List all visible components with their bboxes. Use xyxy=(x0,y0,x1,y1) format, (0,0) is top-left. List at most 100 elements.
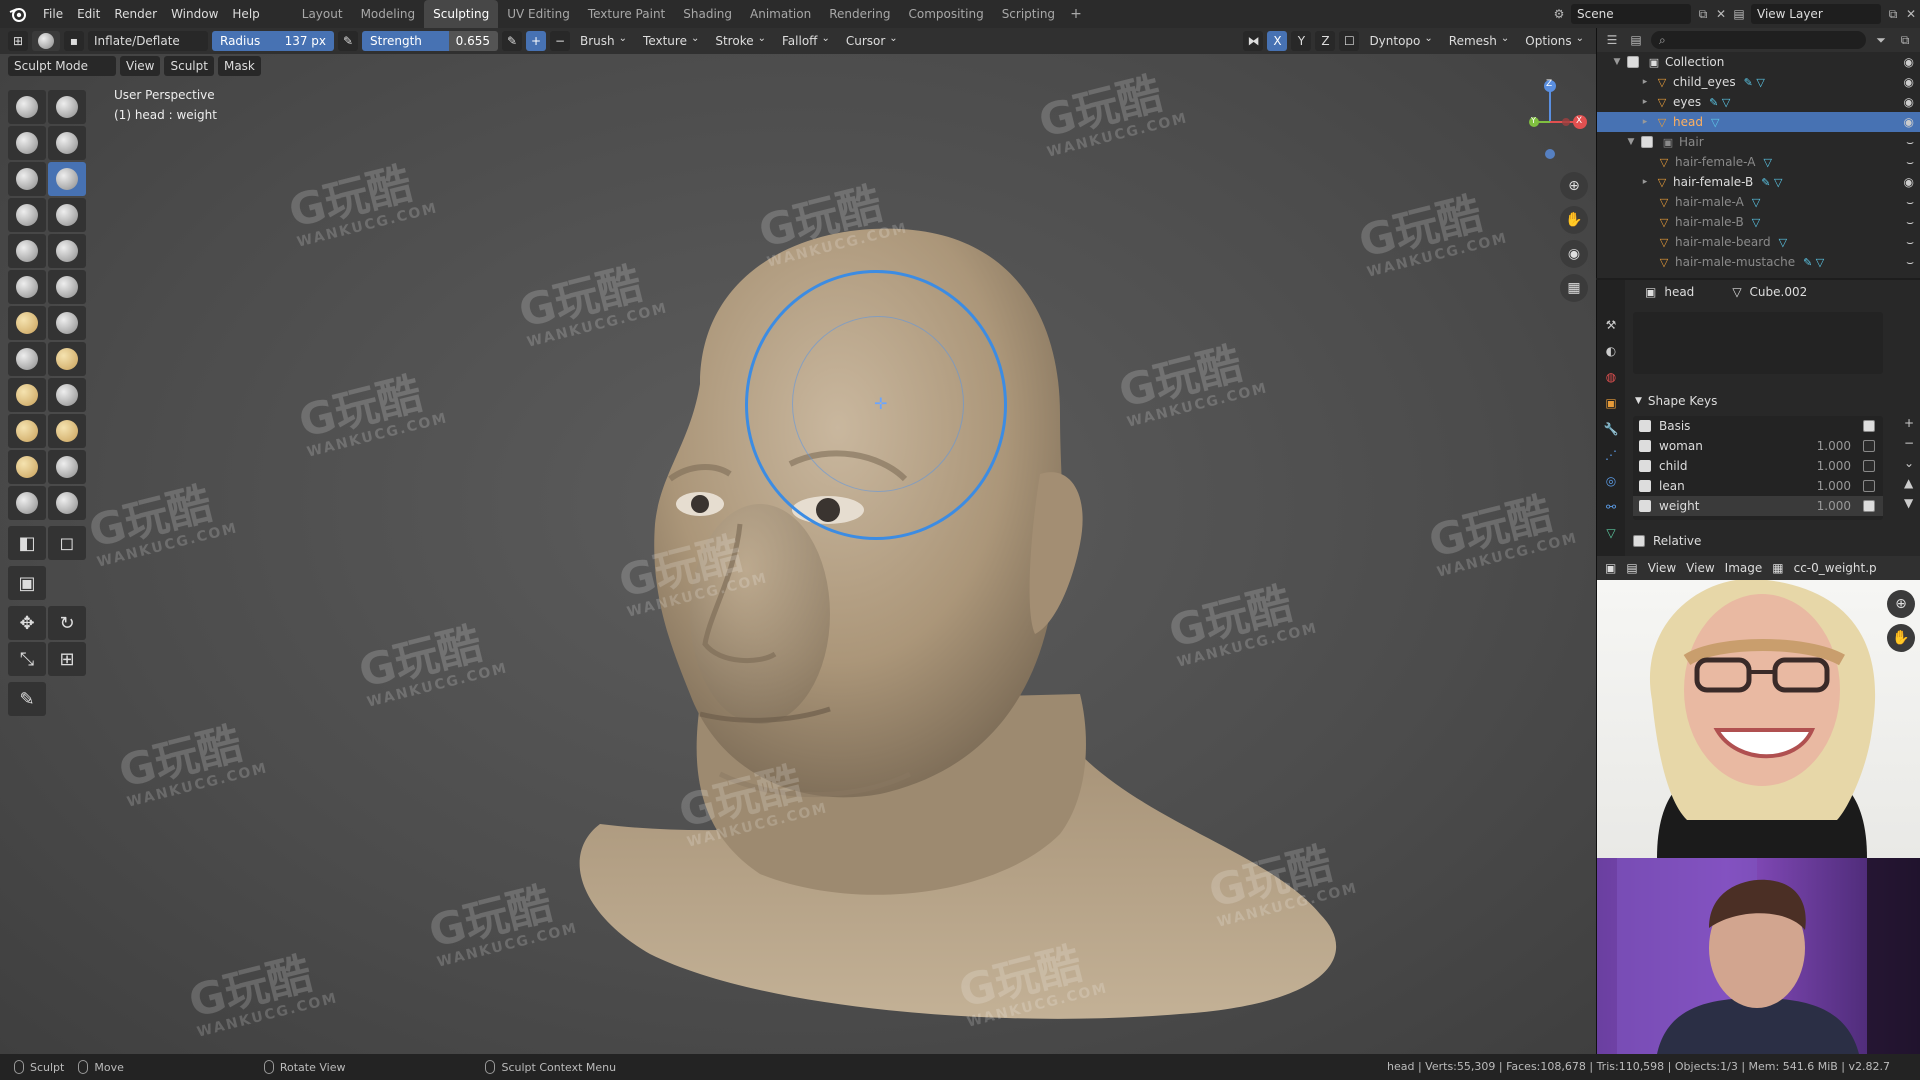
brush-type-icon[interactable]: ▪ xyxy=(64,31,84,51)
remove-shape-key-icon[interactable]: − xyxy=(1904,436,1914,450)
add-workspace-button[interactable]: + xyxy=(1064,6,1088,22)
strength-field[interactable]: Strength 0.655 xyxy=(362,31,498,51)
mask-menu[interactable]: Mask xyxy=(217,56,261,76)
view-menu[interactable]: View xyxy=(120,56,161,76)
options-dropdown[interactable]: Options xyxy=(1519,31,1590,51)
smooth-tool[interactable] xyxy=(8,234,46,268)
tab-uv-editing[interactable]: UV Editing xyxy=(498,0,579,28)
pinch-tool[interactable] xyxy=(8,306,46,340)
expand-arrow-icon[interactable]: ▸ xyxy=(1639,117,1651,127)
outliner-row-hair-female-a[interactable]: ▽ hair-female-A ▽ ⌣ xyxy=(1597,152,1920,172)
mask-tool[interactable] xyxy=(8,486,46,520)
vertex-groups-list[interactable] xyxy=(1633,312,1883,374)
rotate-tool[interactable] xyxy=(48,414,86,448)
tool-tab-icon[interactable]: ⚒ xyxy=(1602,316,1620,334)
symmetry-y-button[interactable]: Y xyxy=(1291,31,1312,51)
nudge-tool[interactable] xyxy=(8,414,46,448)
visibility-eye-icon[interactable]: ⌣ xyxy=(1906,155,1914,170)
relative-checkbox[interactable] xyxy=(1633,535,1645,547)
symmetry-x-button[interactable]: X xyxy=(1267,31,1288,51)
sculpt-mode-dropdown[interactable]: Sculpt Mode xyxy=(8,56,116,76)
tab-modeling[interactable]: Modeling xyxy=(352,0,425,28)
layer-tool[interactable] xyxy=(8,162,46,196)
remesh-dropdown[interactable]: Remesh xyxy=(1443,31,1516,51)
3d-viewport[interactable]: Sculpt Mode View Sculpt Mask User Perspe… xyxy=(0,54,1596,1054)
tab-compositing[interactable]: Compositing xyxy=(899,0,992,28)
outliner-row-hair[interactable]: ▼ ▣ Hair ⌣ xyxy=(1597,132,1920,152)
image-browse-icon[interactable]: ▦ xyxy=(1772,561,1783,575)
zoom-icon[interactable]: ⊕ xyxy=(1887,590,1915,618)
tab-rendering[interactable]: Rendering xyxy=(820,0,899,28)
brush-name-field[interactable]: Inflate/Deflate xyxy=(88,31,208,51)
navigation-gizmo[interactable]: Z X Y xyxy=(1520,74,1590,164)
draw-brush-tool[interactable] xyxy=(8,90,46,124)
data-tab-icon[interactable]: ▽ xyxy=(1602,524,1620,542)
shape-key-row[interactable]: woman 1.000 xyxy=(1633,436,1883,456)
shape-key-checkbox[interactable] xyxy=(1863,480,1875,492)
tab-layout[interactable]: Layout xyxy=(293,0,352,28)
pose-tool[interactable] xyxy=(48,378,86,412)
menu-help[interactable]: Help xyxy=(225,0,266,28)
outliner-row-hair-female-b[interactable]: ▸ ▽ hair-female-B ✎ ▽ ◉ xyxy=(1597,172,1920,192)
expand-arrow-icon[interactable]: ▸ xyxy=(1639,97,1651,107)
brush-dropdown[interactable]: Brush xyxy=(574,31,633,51)
collection-checkbox[interactable] xyxy=(1627,56,1639,68)
move-up-icon[interactable]: ▲ xyxy=(1904,476,1914,490)
menu-render[interactable]: Render xyxy=(107,0,164,28)
shape-key-row[interactable]: Basis xyxy=(1633,416,1883,436)
particles-tab-icon[interactable]: ⋰ xyxy=(1602,446,1620,464)
constraints-tab-icon[interactable]: ⚯ xyxy=(1602,498,1620,516)
clay-tool[interactable] xyxy=(8,126,46,160)
scrape-tool[interactable] xyxy=(48,270,86,304)
dyntopo-checkbox[interactable]: ☐ xyxy=(1339,31,1360,51)
crease-tool[interactable] xyxy=(48,198,86,232)
mesh-filter-tool[interactable]: ▣ xyxy=(8,566,46,600)
move-tool[interactable]: ✥ xyxy=(8,606,46,640)
physics-tab-icon[interactable]: ◎ xyxy=(1602,472,1620,490)
scene-new-icon[interactable]: ⧉ xyxy=(1694,5,1712,23)
view-layer-icon[interactable]: ▤ xyxy=(1730,5,1748,23)
shape-key-checkbox[interactable] xyxy=(1863,420,1875,432)
menu-edit[interactable]: Edit xyxy=(70,0,107,28)
scene-delete-icon[interactable]: ✕ xyxy=(1712,5,1730,23)
scene-icon[interactable]: ⚙ xyxy=(1550,5,1568,23)
menu-window[interactable]: Window xyxy=(164,0,225,28)
symmetry-z-button[interactable]: Z xyxy=(1315,31,1336,51)
object-tab-icon[interactable]: ▣ xyxy=(1602,394,1620,412)
draw-sharp-tool[interactable] xyxy=(48,90,86,124)
simplify-tool[interactable] xyxy=(48,450,86,484)
relative-toggle[interactable]: Relative xyxy=(1633,534,1701,548)
expand-arrow-icon[interactable]: ▼ xyxy=(1625,137,1637,147)
visibility-eye-icon[interactable]: ⌣ xyxy=(1906,135,1914,150)
view-menu[interactable]: View xyxy=(1686,561,1714,575)
elastic-deform-tool[interactable] xyxy=(8,342,46,376)
visibility-eye-icon[interactable]: ⌣ xyxy=(1906,215,1914,230)
shape-key-value[interactable]: 1.000 xyxy=(1817,499,1851,513)
modifier-tab-icon[interactable]: 🔧 xyxy=(1602,420,1620,438)
shape-key-value[interactable]: 1.000 xyxy=(1817,439,1851,453)
visibility-eye-icon[interactable]: ◉ xyxy=(1904,115,1914,129)
specials-menu-icon[interactable]: ⌄ xyxy=(1904,456,1914,470)
shape-key-checkbox[interactable] xyxy=(1863,500,1875,512)
fill-tool[interactable] xyxy=(8,270,46,304)
outliner-search-input[interactable]: ⌕ xyxy=(1651,31,1866,49)
filter-icon[interactable]: ⏷ xyxy=(1872,31,1890,49)
shape-keys-panel-header[interactable]: ▼ Shape Keys xyxy=(1627,390,1920,412)
view-layer-field[interactable]: View Layer xyxy=(1751,4,1881,24)
outliner-row-hair-male-mustache[interactable]: ▽ hair-male-mustache ✎ ▽ ⌣ xyxy=(1597,252,1920,272)
tab-animation[interactable]: Animation xyxy=(741,0,820,28)
visibility-eye-icon[interactable]: ⌣ xyxy=(1906,195,1914,210)
zoom-icon[interactable]: ⊕ xyxy=(1560,172,1588,200)
blender-logo-icon[interactable] xyxy=(6,4,30,24)
sculpted-head-model[interactable] xyxy=(0,54,1596,1054)
radius-field[interactable]: Radius 137 px xyxy=(212,31,334,51)
visibility-eye-icon[interactable]: ⌣ xyxy=(1906,235,1914,250)
menu-file[interactable]: File xyxy=(36,0,70,28)
move-down-icon[interactable]: ▼ xyxy=(1904,496,1914,510)
expand-arrow-icon[interactable]: ▸ xyxy=(1639,177,1651,187)
tab-shading[interactable]: Shading xyxy=(674,0,741,28)
tab-scripting[interactable]: Scripting xyxy=(993,0,1064,28)
view-dropdown[interactable]: View xyxy=(1648,561,1676,575)
image-menu[interactable]: Image xyxy=(1725,561,1763,575)
blob-tool[interactable] xyxy=(8,198,46,232)
